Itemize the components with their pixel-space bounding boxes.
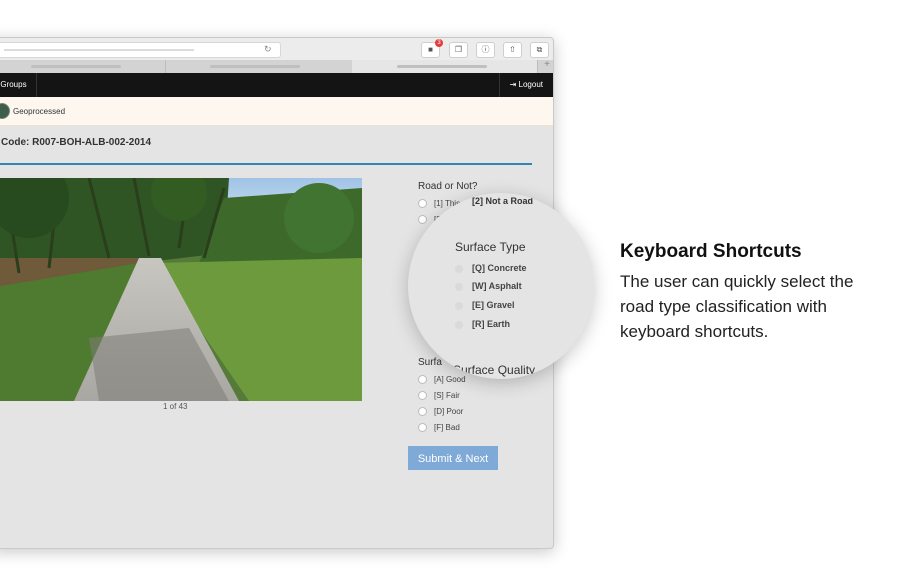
- callout-title: Keyboard Shortcuts: [620, 241, 802, 262]
- road-question: Road or Not?: [418, 181, 478, 192]
- magnifier-callout: [2] Not a Road Surface Type [Q] Concrete…: [408, 193, 594, 379]
- surface-option-gravel[interactable]: [E] Gravel: [455, 300, 515, 310]
- radio-icon: [455, 301, 463, 310]
- radio-icon: [455, 282, 463, 291]
- app-navbar: er Groups ⇥ Logout: [0, 73, 553, 97]
- road-photo-image: [0, 178, 362, 401]
- magnified-surface-type-title: Surface Type: [455, 240, 526, 254]
- share-icon[interactable]: ⇧: [503, 42, 522, 58]
- quality-option-bad[interactable]: [F] Bad: [418, 423, 460, 433]
- surface-option-earth[interactable]: [R] Earth: [455, 319, 510, 329]
- quality-option-fair[interactable]: [S] Fair: [418, 391, 460, 401]
- tabs-icon[interactable]: ❐: [449, 42, 468, 58]
- magnified-road-option: [2] Not a Road: [472, 196, 534, 206]
- title-divider: [0, 163, 532, 165]
- image-counter: 1 of 43: [163, 402, 188, 411]
- surface-option-concrete[interactable]: [Q] Concrete: [455, 263, 527, 273]
- status-bar: Geoprocessed: [0, 97, 553, 126]
- tab-strip: +: [0, 59, 553, 74]
- logout-icon: ⇥: [509, 80, 519, 89]
- browser-tab[interactable]: [165, 60, 353, 73]
- status-label: Geoprocessed: [13, 107, 66, 116]
- radio-icon: [418, 423, 427, 433]
- url-placeholder: [4, 49, 194, 51]
- surface-type-heading: Surfa: [418, 357, 442, 368]
- page-title: Code: R007-BOH-ALB-002-2014: [1, 137, 152, 148]
- radio-icon: [418, 375, 427, 385]
- radio-icon: [455, 264, 463, 273]
- globe-icon: [0, 103, 10, 119]
- notification-badge: 3: [435, 39, 443, 47]
- road-photo: [0, 178, 362, 401]
- logout-button[interactable]: ⇥ Logout: [498, 73, 553, 97]
- callout-description: The user can quickly select the road typ…: [620, 272, 854, 341]
- logout-label: Logout: [518, 80, 543, 89]
- radio-icon: [418, 407, 427, 417]
- radio-icon: [455, 320, 463, 329]
- new-tab-icon[interactable]: +: [544, 59, 550, 70]
- radio-icon: [418, 199, 427, 209]
- browser-tab-active[interactable]: [352, 60, 538, 73]
- info-icon[interactable]: ⓘ: [476, 42, 495, 58]
- quality-option-poor[interactable]: [D] Poor: [418, 407, 463, 417]
- radio-icon: [418, 391, 427, 401]
- address-bar[interactable]: ↻: [0, 42, 281, 58]
- magnified-surface-quality-title: Surface Quality: [453, 363, 536, 377]
- surface-option-asphalt[interactable]: [W] Asphalt: [455, 281, 522, 291]
- browser-tab[interactable]: [0, 60, 166, 73]
- reload-icon[interactable]: ↻: [264, 44, 272, 55]
- window-icon[interactable]: ⧉: [530, 42, 549, 58]
- browser-toolbar: ↻ ■ 3 ❐ ⓘ ⇧ ⧉: [0, 38, 553, 61]
- radio-icon: [418, 215, 427, 225]
- submit-next-button[interactable]: Submit & Next: [408, 446, 498, 470]
- nav-item-groups[interactable]: er Groups: [0, 73, 37, 97]
